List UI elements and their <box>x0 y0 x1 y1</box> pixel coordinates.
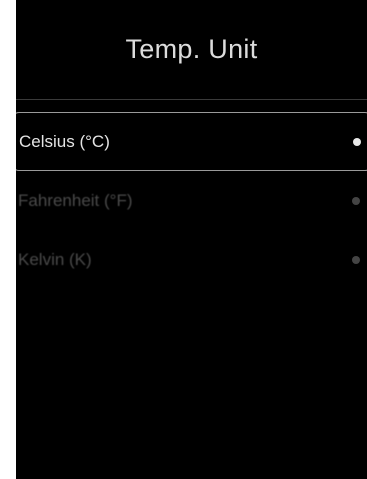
radio-unselected-icon <box>352 255 360 264</box>
option-fahrenheit[interactable]: Fahrenheit (°F) <box>16 171 367 230</box>
radio-selected-icon <box>353 137 361 146</box>
temperature-unit-screen: Temp. Unit Celsius (°C) Fahrenheit (°F) … <box>16 0 367 479</box>
page-title: Temp. Unit <box>125 34 258 64</box>
unit-option-list: Celsius (°C) Fahrenheit (°F) Kelvin (K) <box>16 112 367 289</box>
device-frame: Temp. Unit Celsius (°C) Fahrenheit (°F) … <box>0 0 367 479</box>
title-divider <box>16 99 367 100</box>
option-kelvin[interactable]: Kelvin (K) <box>16 230 367 289</box>
option-label: Kelvin (K) <box>18 249 92 269</box>
option-celsius[interactable]: Celsius (°C) <box>16 112 367 171</box>
option-label: Fahrenheit (°F) <box>18 190 133 210</box>
radio-unselected-icon <box>352 196 360 205</box>
option-label: Celsius (°C) <box>19 131 110 151</box>
